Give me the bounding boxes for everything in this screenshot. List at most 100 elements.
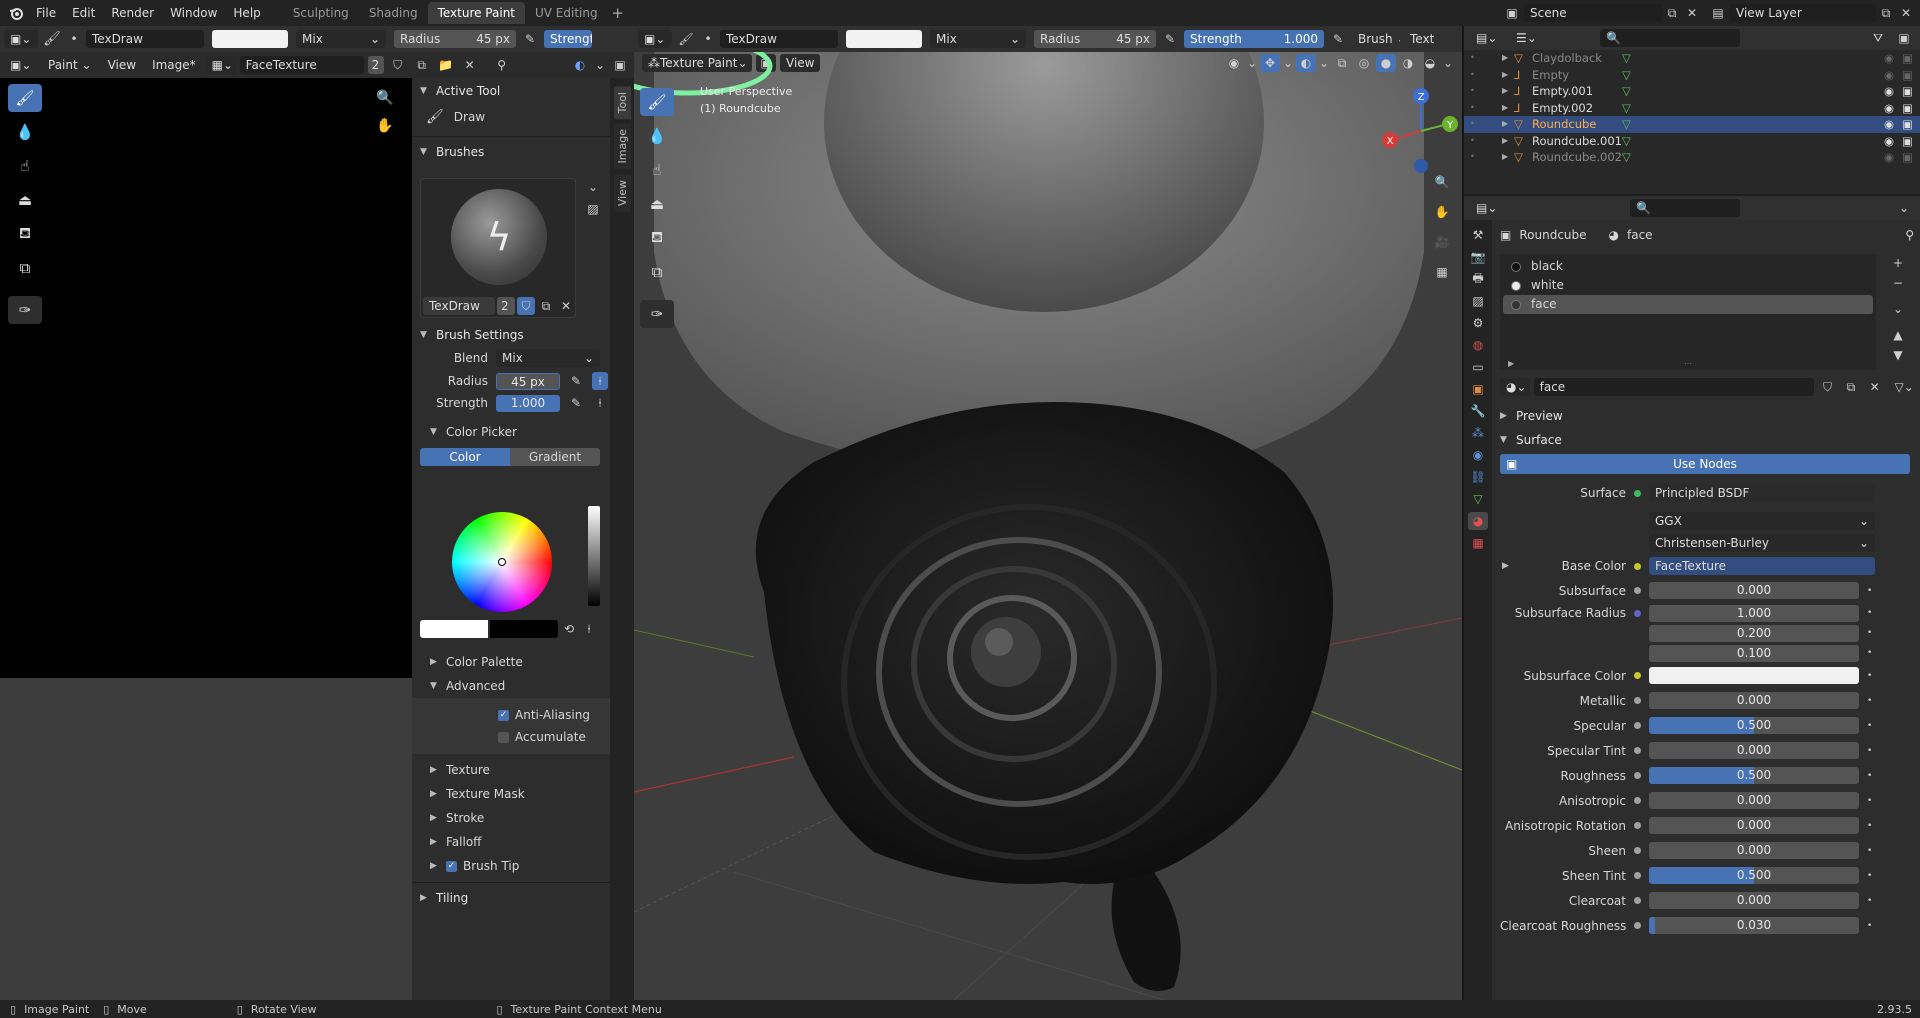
stroke-panel-header[interactable]: ▶ Stroke [412,806,610,830]
properties-search-field[interactable]: 🔍 [1630,199,1740,217]
solid-shading-icon[interactable]: ● [1376,54,1396,72]
world-tab-icon[interactable]: ◍ [1468,336,1488,354]
viewport-radius-pressure-icon[interactable]: ✎ [1160,30,1180,48]
texture-menu[interactable]: Text [1404,30,1434,48]
viewport-blend-dropdown[interactable]: Mix ⌄ [930,30,1026,48]
viewport-fill-tool-icon[interactable]: ⛾ [640,224,674,252]
properties-options-icon[interactable]: ⌄ [1894,199,1914,217]
outliner-row[interactable]: • ▶ ▽ Claydolback ▽ ◉ ▣ [1464,50,1920,67]
visibility-dropdown-icon[interactable]: ⌄ [1246,54,1258,72]
slot-specials-icon[interactable]: ⌄ [1888,300,1908,318]
brush-name-field[interactable]: TexDraw [423,297,495,315]
material-slot[interactable]: white [1503,276,1873,295]
viewport-brush-tool-icon[interactable]: 🖌 [676,30,696,48]
expand-triangle-icon[interactable]: ▶ [1502,50,1514,67]
outliner-row[interactable]: • ▶ ⅃ Empty ▽ ◉ ▣ [1464,67,1920,84]
keyframe-dot-icon[interactable]: • [1867,896,1872,906]
image-view-menu[interactable]: View [102,56,142,74]
subsurface-method-dropdown[interactable]: Christensen-Burley ⌄ [1649,534,1875,552]
blend-dropdown[interactable]: Mix ⌄ [296,30,386,48]
viewport-clone-tool-icon[interactable]: ⏏ [640,190,674,218]
view-layer-tab-icon[interactable]: ▨ [1468,292,1488,310]
camera-icon[interactable]: ▣ [1902,50,1920,67]
sidebar-strength-field[interactable]: 1.000 [496,394,560,412]
editor-type-dropdown[interactable]: ▣⌄ [4,30,38,48]
material-shading-icon[interactable]: ◑ [1398,54,1418,72]
properties-editor-dropdown[interactable]: ▤⌄ [1470,199,1504,217]
radius-pressure-icon[interactable]: ✎ [520,30,540,48]
outliner-row[interactable]: • ▶ ▽ Roundcube ▽ ◉ ▣ [1464,116,1920,133]
camera-icon[interactable]: ▣ [1902,133,1920,150]
blender-logo-icon[interactable] [4,4,28,22]
object-tab-icon[interactable]: ▣ [1468,380,1488,398]
subsurface-color-swatch[interactable] [1649,667,1859,684]
eye-icon[interactable]: ◉ [1884,50,1902,67]
keyframe-dot-icon[interactable]: • [1867,721,1872,731]
keyframe-dot-icon[interactable]: • [1867,628,1872,638]
display-channels-icon[interactable]: ▣ [610,56,630,74]
brush-name-field[interactable]: TexDraw [86,30,204,48]
fake-user-shield-icon[interactable]: ⛉ [517,297,535,315]
overlays-icon[interactable]: ◐ [1296,54,1316,72]
image-pan-icon[interactable]: ✋ [376,118,400,142]
viewport-mask-tool-icon[interactable]: ⧉ [640,258,674,286]
tiling-panel-header[interactable]: ▶ Tiling [412,887,610,909]
expand-triangle-icon[interactable]: ▶ [1502,83,1514,100]
brush-tool-icon[interactable]: 🖌 [42,30,62,48]
viewport-brush-name-field[interactable]: TexDraw [720,30,838,48]
add-workspace-icon[interactable]: + [608,4,628,22]
unlink-image-icon[interactable]: ✕ [460,56,480,74]
new-image-icon[interactable]: ⧉ [412,56,432,74]
slot-list-expand-icon[interactable]: ▶ [1508,359,1514,368]
restrict-dot-icon[interactable]: • [1470,83,1488,100]
material-browse-dropdown[interactable]: ◕⌄ [1500,378,1530,396]
viewport-smear-tool-icon[interactable]: ☝ [640,156,674,184]
advanced-panel-header[interactable]: ▼ Advanced [412,674,610,698]
navigation-gizmo[interactable]: Z X Y [1376,86,1462,176]
param-field[interactable]: 0.500 [1649,767,1859,784]
secondary-color-swatch[interactable] [490,620,558,638]
surface-shader-field[interactable]: Principled BSDF [1649,484,1875,502]
base-color-expand-icon[interactable]: ▶ [1502,561,1512,571]
fake-user-icon[interactable]: ⛉ [388,56,408,74]
distribution-dropdown[interactable]: GGX ⌄ [1649,512,1875,530]
mask-tool-icon[interactable]: ⧉ [8,254,42,282]
menu-file[interactable]: File [28,0,64,26]
keyframe-dot-icon[interactable]: • [1867,846,1872,856]
viewport-strength-field[interactable]: Strength 1.000 [1184,30,1324,48]
strength-unit-icon[interactable]: ⍿ [592,394,608,412]
sidebar-blend-dropdown[interactable]: Mix ⌄ [496,349,600,367]
param-field[interactable]: 0.000 [1649,892,1859,909]
param-field[interactable]: 0.100 [1649,644,1859,662]
image-canvas[interactable] [0,78,412,678]
smear-tool-icon[interactable]: ☝ [8,152,42,180]
param-field[interactable]: 0.500 [1649,867,1859,884]
menu-help[interactable]: Help [225,0,268,26]
tab-uv-editing[interactable]: UV Editing [525,2,608,24]
texture-tab-icon[interactable]: ▦ [1468,534,1488,552]
menu-render[interactable]: Render [103,0,162,26]
filter-icon[interactable]: ⛛ [1868,29,1888,47]
remove-brush-icon[interactable]: ✕ [557,297,575,315]
ortho-grid-icon[interactable]: ▦ [1430,260,1454,284]
scene-close-icon[interactable]: ✕ [1682,4,1702,22]
material-unlink-icon[interactable]: ✕ [1865,378,1885,396]
keyframe-dot-icon[interactable]: • [1867,771,1872,781]
expand-triangle-icon[interactable]: ▶ [1502,100,1514,117]
shading-dropdown-icon[interactable]: ⌄ [1442,54,1454,72]
wireframe-shading-icon[interactable]: ◎ [1354,54,1374,72]
view-layer-close-icon[interactable]: ✕ [1896,4,1916,22]
tab-sculpting[interactable]: Sculpting [283,2,359,24]
restrict-dot-icon[interactable]: • [1470,133,1488,150]
keyframe-dot-icon[interactable]: • [1867,921,1872,931]
eye-icon[interactable]: ◉ [1884,83,1902,100]
brush-list-dropdown-icon[interactable]: ⌄ [584,180,602,198]
material-link-dropdown-icon[interactable]: ▽⌄ [1894,378,1914,396]
collection-tab-icon[interactable]: ▭ [1468,358,1488,376]
keyframe-dot-icon[interactable]: • [1867,796,1872,806]
primary-color-swatch[interactable] [420,620,488,638]
brush-settings-panel-header[interactable]: ▼ Brush Settings [412,324,610,346]
param-field[interactable]: 0.000 [1649,582,1859,599]
overlay-dropdown-icon[interactable]: ⌄ [594,56,606,74]
param-field[interactable]: 0.030 [1649,917,1859,934]
